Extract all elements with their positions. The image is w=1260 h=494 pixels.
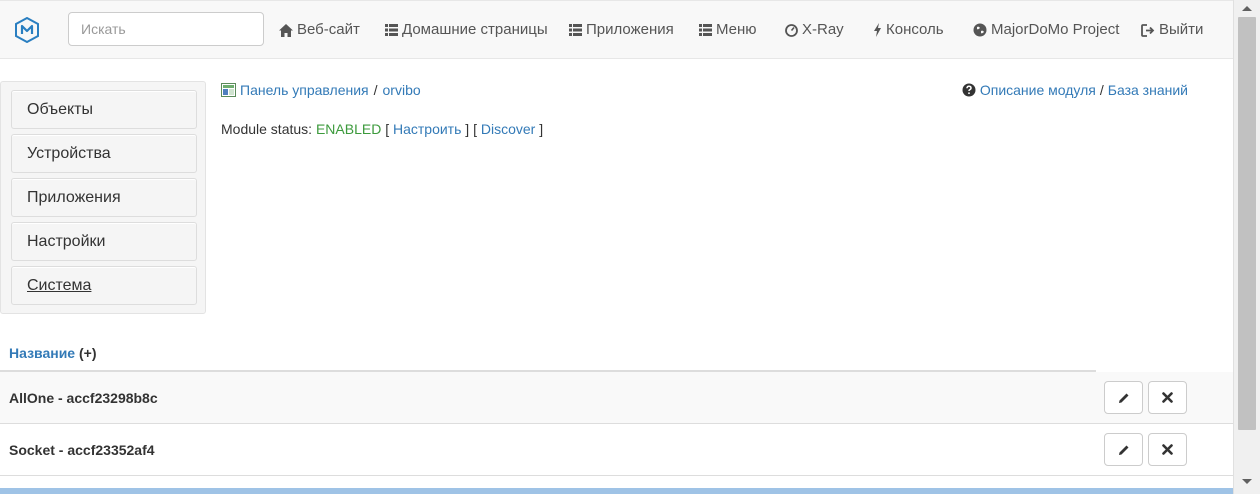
search-input[interactable] bbox=[68, 12, 264, 46]
table-row: AllOne - accf23298b8c bbox=[0, 372, 1233, 424]
sidebar: Объекты Устройства Приложения Настройки … bbox=[0, 81, 206, 314]
top-navbar: Веб-сайт Домашние страницы Приложения Ме… bbox=[0, 0, 1233, 59]
discover-link[interactable]: Discover bbox=[481, 121, 535, 137]
breadcrumb-current-link[interactable]: orvibo bbox=[383, 82, 421, 98]
nav-website[interactable]: Веб-сайт bbox=[279, 20, 360, 40]
delete-button[interactable] bbox=[1148, 433, 1187, 466]
sidebar-item-label: Система bbox=[27, 277, 92, 294]
help-links: Описание модуля / База знаний bbox=[962, 80, 1188, 100]
module-status: Module status: ENABLED [ Настроить ] [ D… bbox=[221, 121, 543, 137]
control-panel-icon bbox=[221, 83, 236, 97]
list-icon bbox=[699, 24, 712, 36]
nav-menu-label: Меню bbox=[716, 21, 757, 38]
add-item-link[interactable]: (+) bbox=[79, 345, 97, 361]
nav-apps[interactable]: Приложения bbox=[569, 20, 674, 40]
bracket-open: [ bbox=[385, 121, 390, 137]
sidebar-item-devices[interactable]: Устройства bbox=[11, 134, 197, 173]
bracket-mid: ] [ bbox=[465, 121, 477, 137]
sidebar-item-label: Настройки bbox=[27, 233, 106, 250]
sidebar-item-settings[interactable]: Настройки bbox=[11, 222, 197, 261]
pencil-icon bbox=[1118, 445, 1128, 455]
pencil-icon bbox=[1118, 393, 1128, 403]
sidebar-item-label: Объекты bbox=[27, 101, 93, 118]
breadcrumb-separator: / bbox=[373, 82, 378, 98]
bracket-close: ] bbox=[539, 121, 544, 137]
sidebar-item-label: Приложения bbox=[27, 189, 121, 206]
table-row: Socket - accf23352af4 bbox=[0, 424, 1233, 476]
question-circle-icon bbox=[962, 83, 976, 97]
sort-by-name-link[interactable]: Название bbox=[9, 345, 75, 361]
sidebar-item-apps[interactable]: Приложения bbox=[11, 178, 197, 217]
module-status-value: ENABLED bbox=[315, 121, 382, 137]
nav-apps-label: Приложения bbox=[586, 21, 674, 38]
module-status-label: Module status: bbox=[221, 121, 313, 137]
scroll-down-arrow-icon[interactable] bbox=[1242, 479, 1252, 484]
close-icon bbox=[1162, 444, 1173, 455]
sidebar-item-objects[interactable]: Объекты bbox=[11, 90, 197, 129]
breadcrumb-control-panel-link[interactable]: Панель управления bbox=[240, 82, 369, 98]
nav-home-pages-label: Домашние страницы bbox=[402, 21, 548, 38]
scrollbar-thumb[interactable] bbox=[1238, 17, 1256, 430]
nav-console-label: Консоль bbox=[886, 21, 944, 38]
nav-home-pages[interactable]: Домашние страницы bbox=[385, 20, 548, 40]
globe-icon bbox=[973, 23, 987, 37]
dashboard-icon bbox=[785, 23, 798, 37]
nav-website-label: Веб-сайт bbox=[297, 21, 360, 38]
bolt-icon bbox=[874, 23, 881, 37]
vertical-scrollbar[interactable] bbox=[1233, 0, 1260, 494]
majordomo-logo-icon[interactable] bbox=[14, 17, 40, 43]
delete-button[interactable] bbox=[1148, 381, 1187, 414]
row-title: AllOne - accf23298b8c bbox=[9, 390, 158, 406]
table-header: Название (+) bbox=[0, 342, 1096, 372]
row-title: Socket - accf23352af4 bbox=[9, 442, 155, 458]
breadcrumb: Панель управления / orvibo bbox=[221, 80, 421, 100]
list-icon bbox=[569, 24, 582, 36]
home-icon bbox=[279, 23, 293, 37]
nav-logout-label: Выйти bbox=[1159, 21, 1204, 38]
nav-xray[interactable]: X-Ray bbox=[785, 20, 844, 40]
edit-button[interactable] bbox=[1104, 381, 1143, 414]
nav-xray-label: X-Ray bbox=[802, 21, 844, 38]
sidebar-item-system[interactable]: Система bbox=[11, 266, 197, 305]
scroll-up-arrow-icon[interactable] bbox=[1242, 6, 1252, 11]
nav-logout[interactable]: Выйти bbox=[1141, 20, 1203, 40]
nav-console[interactable]: Консоль bbox=[873, 20, 944, 40]
list-icon bbox=[385, 24, 398, 36]
knowledge-base-link[interactable]: База знаний bbox=[1108, 82, 1188, 98]
nav-majordomo-project[interactable]: MajorDoMo Project bbox=[973, 20, 1119, 40]
nav-menu[interactable]: Меню bbox=[699, 20, 757, 40]
edit-button[interactable] bbox=[1104, 433, 1143, 466]
window-bottom-edge bbox=[0, 488, 1233, 494]
configure-link[interactable]: Настроить bbox=[393, 121, 461, 137]
nav-majordomo-project-label: MajorDoMo Project bbox=[991, 21, 1120, 38]
module-description-link[interactable]: Описание модуля bbox=[980, 82, 1096, 98]
logout-icon bbox=[1141, 23, 1155, 37]
sidebar-item-label: Устройства bbox=[27, 145, 111, 162]
close-icon bbox=[1162, 392, 1173, 403]
help-separator: / bbox=[1099, 82, 1104, 98]
